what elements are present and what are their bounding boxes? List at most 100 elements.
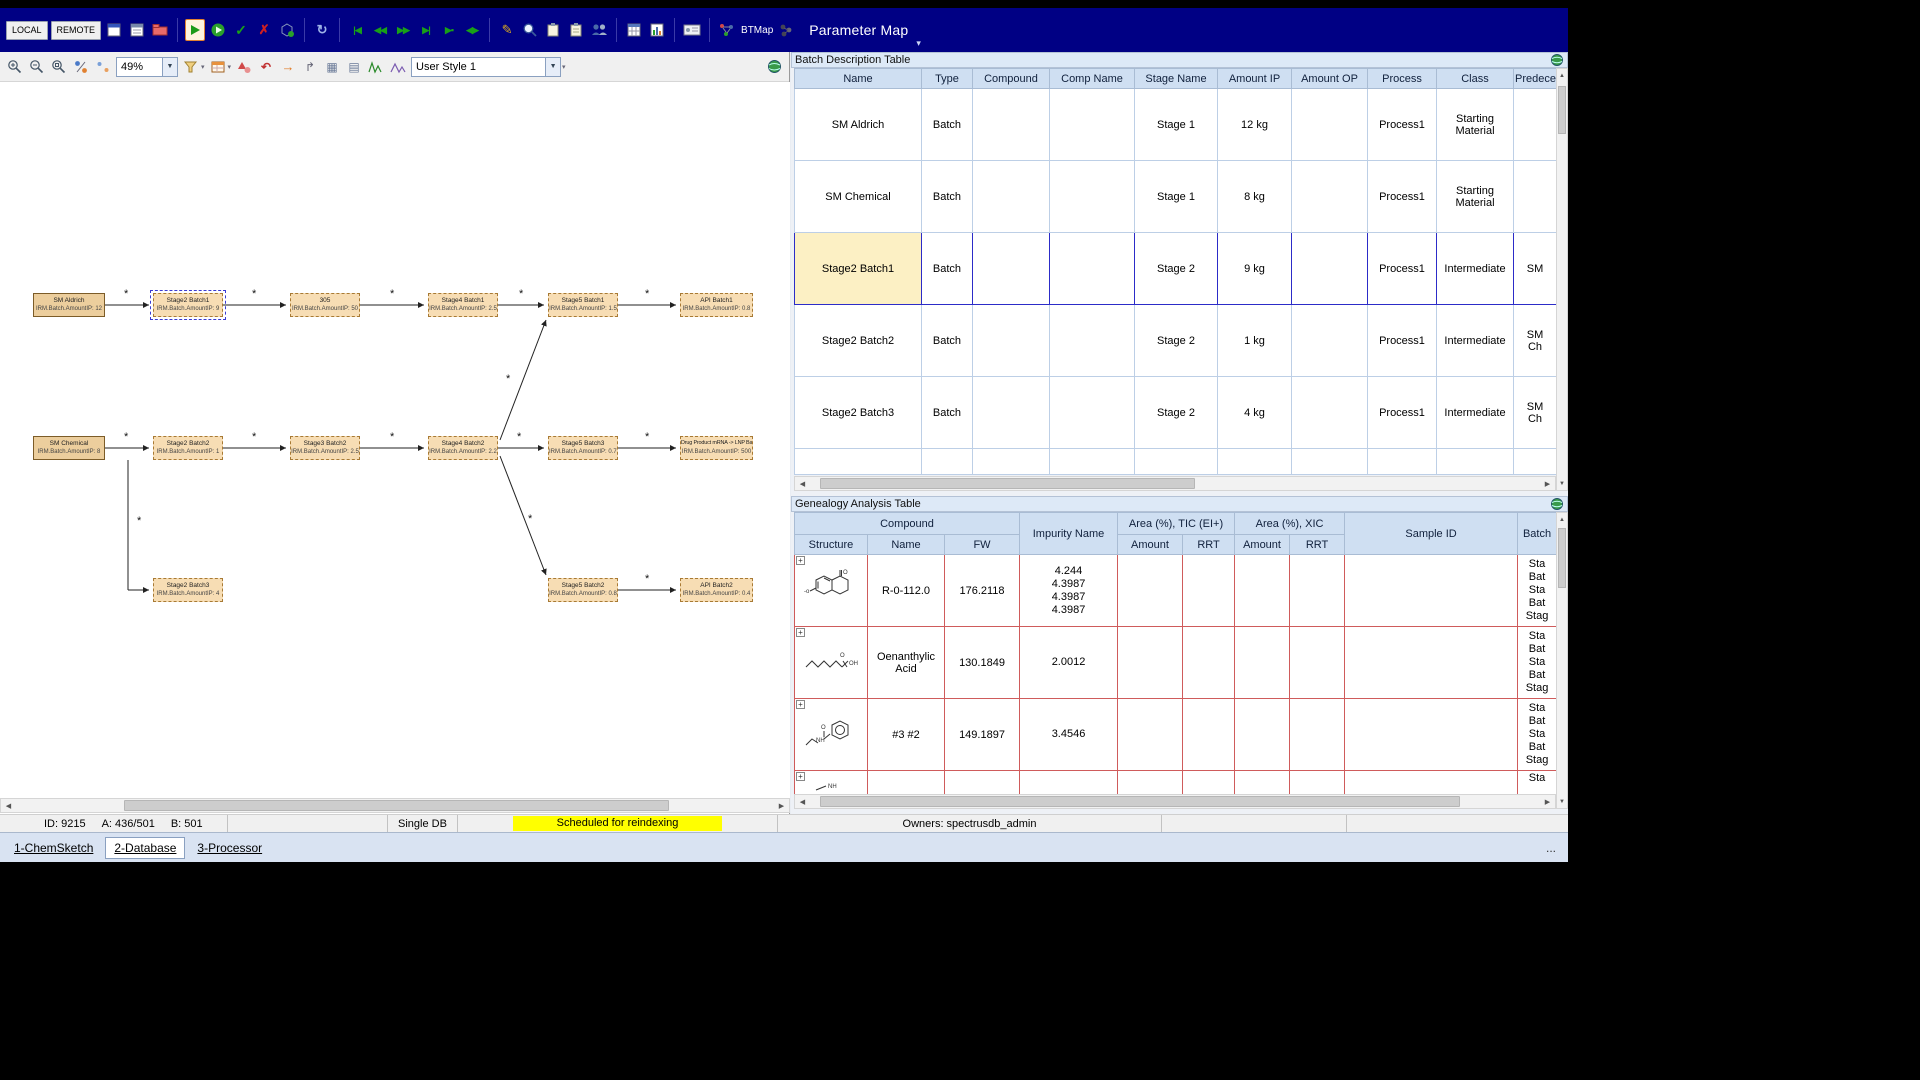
- cell-comp-name[interactable]: [1049, 160, 1135, 233]
- cell-impurity-name[interactable]: 2.0012: [1019, 626, 1119, 699]
- scrollbar-thumb[interactable]: [1558, 528, 1566, 588]
- cell-amount-op[interactable]: [1291, 376, 1368, 449]
- cell-amount-op[interactable]: [1291, 232, 1368, 305]
- scrollbar-track[interactable]: [1557, 82, 1567, 477]
- cell-amount-ip[interactable]: 1 kg: [1217, 304, 1292, 377]
- cell-amount-xic[interactable]: [1234, 626, 1291, 699]
- cell-empty[interactable]: [1291, 448, 1368, 475]
- layout-grid-icon[interactable]: ▦: [323, 58, 341, 76]
- cell-amount-ip[interactable]: 9 kg: [1217, 232, 1292, 305]
- cell-class[interactable]: Starting Material: [1436, 160, 1514, 233]
- scrollbar-track[interactable]: [810, 477, 1540, 490]
- cell-process[interactable]: Process1: [1367, 304, 1437, 377]
- refresh-icon[interactable]: ↻: [312, 19, 332, 41]
- cell-comp-name[interactable]: [1049, 232, 1135, 305]
- diagram-node-stage5-batch1[interactable]: Stage5 Batch1 IRM.Batch.AmountIP: 1.5: [548, 293, 618, 317]
- cell-stage[interactable]: Stage 1: [1134, 160, 1218, 233]
- column-header-amount-ip[interactable]: Amount IP: [1217, 68, 1292, 89]
- btmap-icon[interactable]: [717, 19, 737, 41]
- run-button[interactable]: [185, 19, 206, 41]
- column-header-fw[interactable]: FW: [943, 534, 1021, 555]
- cell-name[interactable]: Stage2 Batch3: [794, 376, 922, 449]
- column-header-name[interactable]: Name: [794, 68, 922, 89]
- undo-icon[interactable]: ↶: [257, 58, 275, 76]
- attach-structure-icon[interactable]: [277, 19, 297, 41]
- column-header-name[interactable]: Name: [867, 534, 945, 555]
- nav-prev-icon[interactable]: ◀◀: [370, 19, 390, 41]
- diagram-node-stage2-batch2[interactable]: Stage2 Batch2 IRM.Batch.AmountIP: 1: [153, 436, 223, 460]
- column-header-class[interactable]: Class: [1436, 68, 1514, 89]
- cell-comp-name[interactable]: [1049, 304, 1135, 377]
- cell-fw[interactable]: 176.2118: [943, 554, 1021, 627]
- cell-name[interactable]: Stage2 Batch1: [794, 232, 922, 305]
- cell-type[interactable]: Batch: [921, 232, 973, 305]
- cell-empty[interactable]: [1134, 448, 1218, 475]
- group-header-compound[interactable]: Compound: [793, 512, 1021, 535]
- cell-rrt-tic[interactable]: [1182, 698, 1236, 771]
- diagram-node-stage4-batch1[interactable]: Stage4 Batch1 IRM.Batch.AmountIP: 2.5: [428, 293, 498, 317]
- zoom-out-icon[interactable]: [28, 58, 46, 76]
- cell-name[interactable]: SM Aldrich: [794, 88, 922, 161]
- cell-predecessor[interactable]: SM Ch: [1513, 304, 1557, 377]
- user-style-caret-icon[interactable]: ▾: [562, 63, 566, 71]
- id-card-icon[interactable]: [682, 19, 702, 41]
- scrollbar-track[interactable]: [810, 795, 1540, 808]
- cell-type[interactable]: Batch: [921, 376, 973, 449]
- diagram-node-drug-product[interactable]: Drug Product mRNA -> LNP Batch IRM.Batch.…: [680, 436, 753, 460]
- cell-comp-name[interactable]: [1049, 88, 1135, 161]
- title-caret-icon[interactable]: ▾: [916, 38, 921, 49]
- cell-class[interactable]: Starting Material: [1436, 88, 1514, 161]
- apply-check-icon[interactable]: ✓: [231, 19, 251, 41]
- scroll-left-icon[interactable]: ◀: [795, 477, 810, 490]
- column-header-rrt-tic[interactable]: RRT: [1182, 534, 1236, 555]
- tab-chemsketch[interactable]: 1-ChemSketch: [6, 837, 101, 859]
- cell-batch[interactable]: Sta Bat Sta Bat Stag: [1517, 554, 1558, 627]
- cell-rrt-tic[interactable]: [1182, 554, 1236, 627]
- column-header-rrt-xic[interactable]: RRT: [1289, 534, 1346, 555]
- globe-icon[interactable]: [1550, 497, 1564, 511]
- nav-next-icon[interactable]: ▶▶: [393, 19, 413, 41]
- globe-icon[interactable]: [765, 58, 783, 76]
- cell-compound[interactable]: [972, 376, 1050, 449]
- scroll-left-icon[interactable]: ◀: [795, 795, 810, 808]
- cell-structure[interactable]: + NH O: [794, 698, 868, 771]
- peaks-alt-icon[interactable]: [389, 58, 407, 76]
- cell-type[interactable]: Batch: [921, 304, 973, 377]
- cell-compound-name[interactable]: Oenanthylic Acid: [867, 626, 945, 699]
- scroll-right-icon[interactable]: ▶: [774, 799, 789, 812]
- column-header-sample-id[interactable]: Sample ID: [1344, 512, 1519, 555]
- cell-structure[interactable]: + OH O: [794, 626, 868, 699]
- column-header-predecessor[interactable]: Predece: [1513, 68, 1557, 89]
- cell-stage[interactable]: Stage 2: [1134, 376, 1218, 449]
- batch-table-vertical-scrollbar[interactable]: ▲ ▼: [1556, 68, 1568, 491]
- globe-icon[interactable]: [1550, 53, 1564, 67]
- tab-database[interactable]: 2-Database: [105, 836, 186, 859]
- cell-amount-tic[interactable]: [1117, 554, 1184, 627]
- cell-class[interactable]: Intermediate: [1436, 376, 1514, 449]
- diagram-node-api-batch2[interactable]: API Batch2 IRM.Batch.AmountIP: 0.4: [680, 578, 753, 602]
- cell-type[interactable]: Batch: [921, 160, 973, 233]
- diagram-node-stage3-batch2[interactable]: Stage3 Batch2 IRM.Batch.AmountIP: 2.5: [290, 436, 360, 460]
- cell-sample-id[interactable]: [1344, 554, 1519, 627]
- column-header-stage-name[interactable]: Stage Name: [1134, 68, 1218, 89]
- shapes-icon[interactable]: [235, 58, 253, 76]
- cell-predecessor[interactable]: [1513, 160, 1557, 233]
- column-header-batch[interactable]: Batch: [1517, 512, 1558, 555]
- cell-empty[interactable]: [1367, 448, 1437, 475]
- zoom-percent-icon[interactable]: [72, 58, 90, 76]
- link-arrow-icon[interactable]: →: [279, 58, 297, 76]
- cell-amount-ip[interactable]: 4 kg: [1217, 376, 1292, 449]
- nav-last-icon[interactable]: ▶|: [416, 19, 436, 41]
- cell-compound[interactable]: [972, 304, 1050, 377]
- cell-empty[interactable]: [1436, 448, 1514, 475]
- cell-batch[interactable]: Sta Bat Sta Bat Stag: [1517, 626, 1558, 699]
- cell-stage[interactable]: Stage 2: [1134, 232, 1218, 305]
- more-tabs-button[interactable]: ...: [1540, 841, 1562, 855]
- diagram-node-stage5-batch2[interactable]: Stage5 Batch2 IRM.Batch.AmountIP: 0.8: [548, 578, 618, 602]
- diagram-node-stage4-batch2[interactable]: Stage4 Batch2 IRM.Batch.AmountIP: 2.2: [428, 436, 498, 460]
- batch-table-horizontal-scrollbar[interactable]: ◀ ▶: [794, 476, 1556, 491]
- cell-name[interactable]: SM Chemical: [794, 160, 922, 233]
- scroll-left-icon[interactable]: ◀: [1, 799, 16, 812]
- parameter-map-icon[interactable]: [776, 19, 796, 41]
- cell-structure[interactable]: + -o O: [794, 554, 868, 627]
